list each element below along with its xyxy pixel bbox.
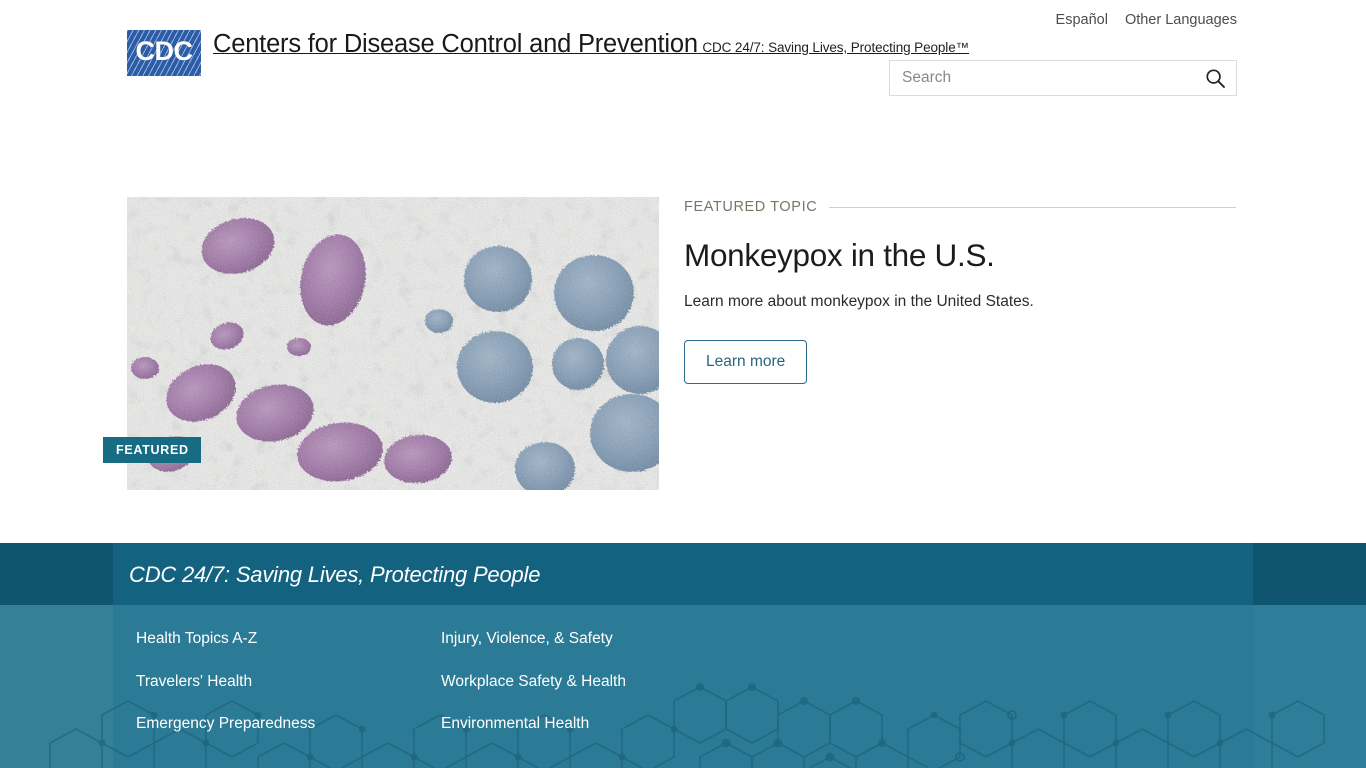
agency-tagline: CDC 24/7: Saving Lives, Protecting Peopl…	[702, 40, 970, 55]
footer-column-1: Health Topics A-Z Travelers' Health Emer…	[136, 631, 441, 759]
featured-divider	[829, 206, 1236, 208]
learn-more-button[interactable]: Learn more	[684, 339, 808, 384]
footer-link-environmental-health[interactable]: Environmental Health	[441, 716, 626, 732]
footer-link-emergency-preparedness[interactable]: Emergency Preparedness	[136, 716, 441, 732]
language-links: Español Other Languages	[1056, 12, 1237, 28]
featured-eyebrow-label: FEATURED TOPIC	[684, 199, 818, 215]
footer-banner: CDC 24/7: Saving Lives, Protecting Peopl…	[0, 543, 1366, 605]
site-footer: CDC 24/7: Saving Lives, Protecting Peopl…	[0, 543, 1366, 768]
footer-link-workplace-safety-health[interactable]: Workplace Safety & Health	[441, 673, 626, 690]
featured-eyebrow-row: FEATURED TOPIC	[684, 197, 1236, 217]
language-link-espanol[interactable]: Español	[1056, 12, 1108, 28]
featured-topic-section: FEATURED FEATURED TOPIC Monkeypox in the…	[0, 197, 1366, 497]
featured-title: Monkeypox in the U.S.	[684, 237, 995, 273]
search-icon	[1205, 68, 1225, 88]
cdc-logo-link[interactable]: CDC Centers for Disease Control and Prev…	[127, 30, 969, 76]
footer-banner-left-strip	[0, 543, 113, 605]
cdc-homepage: CDC Centers for Disease Control and Prev…	[0, 0, 1366, 768]
footer-link-health-topics[interactable]: Health Topics A-Z	[136, 631, 441, 647]
featured-badge: FEATURED	[103, 437, 201, 463]
language-link-other[interactable]: Other Languages	[1125, 12, 1237, 28]
search-submit-button[interactable]	[1194, 61, 1236, 95]
featured-text-block: FEATURED TOPIC Monkeypox in the U.S. Lea…	[684, 197, 1236, 384]
search-box[interactable]	[889, 60, 1237, 96]
footer-links-area: Health Topics A-Z Travelers' Health Emer…	[0, 605, 1366, 768]
featured-description: Learn more about monkeypox in the United…	[684, 293, 1034, 311]
footer-link-columns: Health Topics A-Z Travelers' Health Emer…	[136, 631, 626, 759]
featured-image[interactable]	[127, 197, 659, 490]
cdc-logo-icon: CDC	[127, 30, 201, 76]
logo-text-block: Centers for Disease Control and Preventi…	[213, 30, 969, 59]
footer-banner-right-strip	[1253, 543, 1366, 605]
footer-banner-title: CDC 24/7: Saving Lives, Protecting Peopl…	[129, 562, 541, 587]
footer-column-2: Injury, Violence, & Safety Workplace Saf…	[441, 631, 626, 759]
footer-link-travelers-health[interactable]: Travelers' Health	[136, 673, 441, 690]
cdc-logo-letters: CDC	[135, 35, 194, 66]
monkeypox-micrograph-image	[127, 197, 659, 490]
search-input[interactable]	[890, 61, 1194, 95]
footer-link-injury-violence-safety[interactable]: Injury, Violence, & Safety	[441, 631, 626, 647]
site-header: CDC Centers for Disease Control and Prev…	[0, 0, 1366, 120]
agency-name: Centers for Disease Control and Preventi…	[213, 30, 698, 58]
